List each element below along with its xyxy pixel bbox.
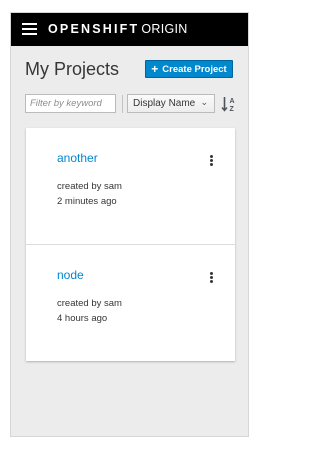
brand-logo[interactable]: OPENSHIFT ORIGIN: [48, 22, 188, 37]
project-created-ago: 4 hours ago: [57, 313, 108, 324]
plus-icon: +: [151, 62, 159, 76]
hamburger-menu-icon[interactable]: [22, 23, 37, 35]
app-frame: OPENSHIFT ORIGIN My Projects + Create Pro…: [10, 12, 249, 437]
create-project-label: Create Project: [162, 63, 227, 75]
sort-alpha-ascending-icon[interactable]: A Z: [221, 95, 237, 113]
navbar: OPENSHIFT ORIGIN: [11, 13, 248, 46]
sort-icon-letter-z: Z: [230, 106, 235, 113]
project-meta: created by sam 4 hours ago: [57, 296, 122, 326]
sort-by-selected-label: Display Name: [133, 98, 196, 109]
page-title: My Projects: [25, 59, 120, 79]
create-project-button[interactable]: + Create Project: [145, 60, 233, 78]
project-created-ago: 2 minutes ago: [57, 196, 117, 207]
project-meta: created by sam 2 minutes ago: [57, 179, 122, 209]
kebab-menu-icon[interactable]: [209, 155, 215, 167]
project-created-by: created by sam: [57, 181, 122, 192]
project-card: node created by sam 4 hours ago: [26, 244, 235, 361]
project-name-link[interactable]: another: [57, 151, 98, 165]
brand-light-text: ORIGIN: [141, 22, 188, 36]
project-list: another created by sam 2 minutes ago nod…: [26, 128, 235, 361]
brand-bold-text: OPENSHIFT: [48, 22, 140, 36]
project-created-by: created by sam: [57, 298, 122, 309]
sort-by-select[interactable]: Display Name ⌄: [127, 94, 215, 113]
filter-keyword-input[interactable]: [25, 94, 116, 113]
chevron-down-icon: ⌄: [200, 97, 208, 107]
sort-icon-letter-a: A: [230, 98, 235, 105]
toolbar-divider: [122, 95, 123, 113]
kebab-menu-icon[interactable]: [209, 272, 215, 284]
project-name-link[interactable]: node: [57, 268, 84, 282]
project-card: another created by sam 2 minutes ago: [26, 128, 235, 244]
